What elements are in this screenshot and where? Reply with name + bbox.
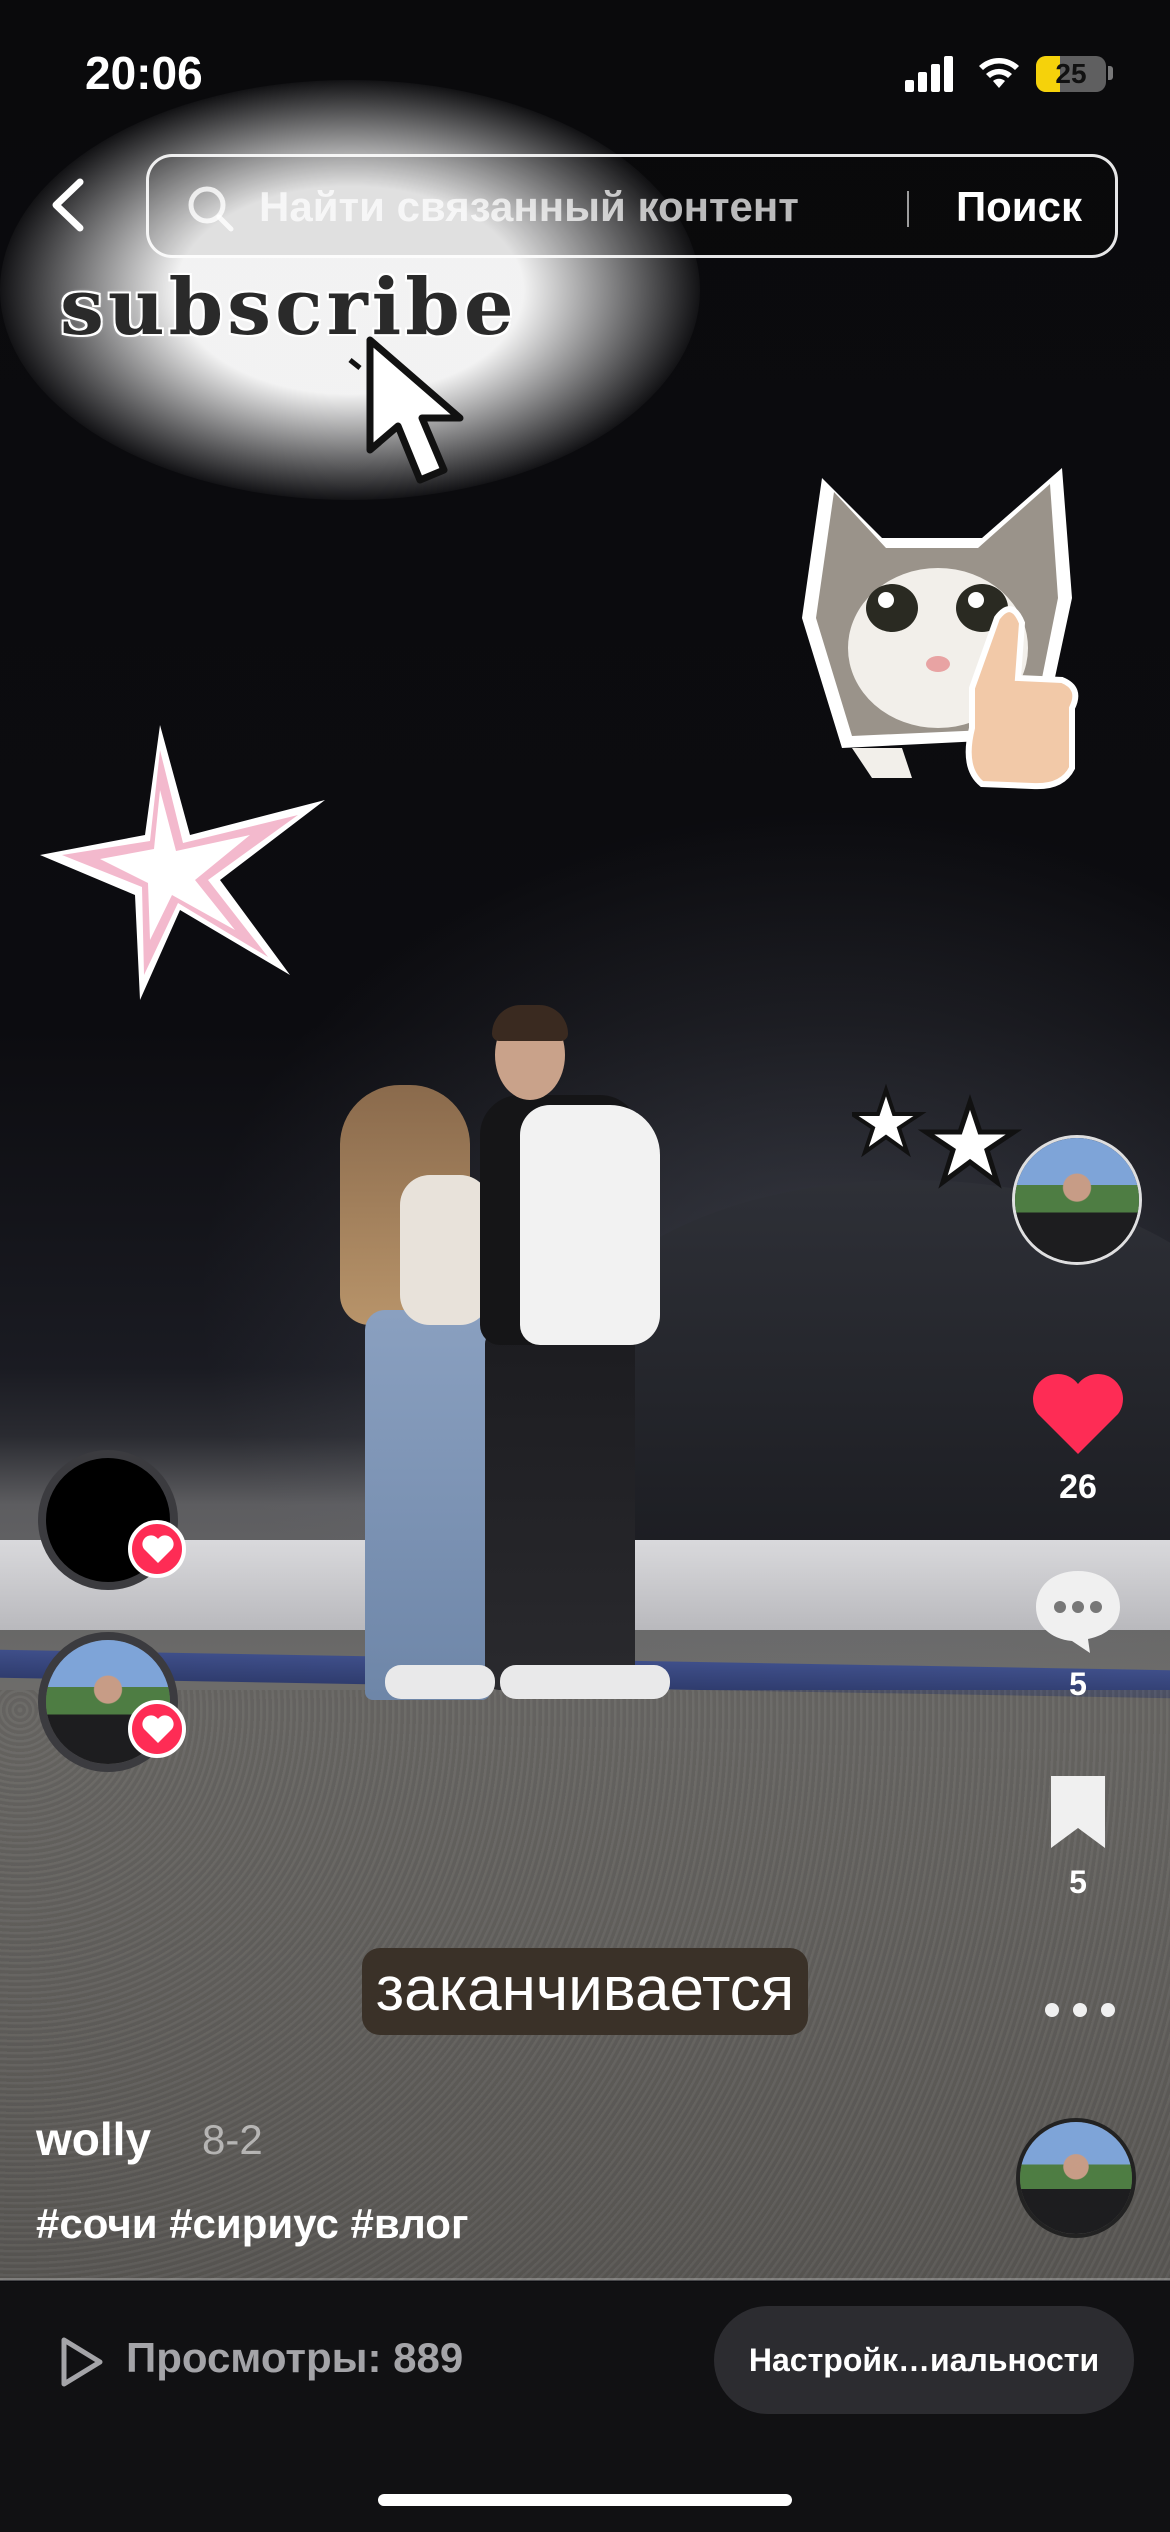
- caption-container: заканчивается: [0, 1948, 1170, 2035]
- heart-icon[interactable]: [1030, 1370, 1126, 1458]
- post-date: 8-2: [202, 2116, 263, 2163]
- heart-badge-icon: [128, 1700, 186, 1758]
- views-count: Просмотры: 889: [126, 2334, 464, 2381]
- video-caption: заканчивается: [361, 1948, 809, 2035]
- stars-sticker: [852, 1083, 1023, 1189]
- couple-figure: [385, 1665, 495, 1699]
- hashtags[interactable]: #сочи #сириус #влог: [36, 2200, 468, 2248]
- search-icon: [188, 186, 234, 232]
- sound-avatar[interactable]: [1016, 2118, 1136, 2238]
- couple-figure: [400, 1175, 490, 1325]
- couple-figure: [520, 1105, 660, 1345]
- battery-icon: 25: [1036, 56, 1106, 92]
- couple-figure: [485, 1330, 635, 1690]
- pink-star-sticker: [40, 725, 325, 1000]
- couple-figure: [492, 1005, 568, 1041]
- couple-figure: [500, 1665, 670, 1699]
- like-count: 26: [1059, 1468, 1097, 1506]
- bookmark-count: 5: [1069, 1864, 1087, 1900]
- author-avatar[interactable]: [1012, 1135, 1142, 1265]
- heart-badge-icon: [128, 1520, 186, 1578]
- battery-level: 25: [1055, 58, 1087, 89]
- privacy-settings-button[interactable]: Настройк…иальности: [714, 2306, 1134, 2414]
- home-indicator: [378, 2494, 792, 2506]
- battery-nub: [1108, 66, 1113, 80]
- cat-thumbs-up-sticker: [802, 468, 1079, 790]
- search-bar[interactable]: Найти связанный контент Поиск: [146, 154, 1118, 258]
- status-time: 20:06: [85, 47, 203, 99]
- couple-figure: [365, 1310, 490, 1700]
- cursor-sticker-icon: [348, 336, 464, 484]
- author-name[interactable]: wolly: [36, 2112, 151, 2166]
- search-input[interactable]: Найти связанный контент: [259, 179, 899, 235]
- search-button[interactable]: Поиск: [939, 179, 1099, 235]
- comment-count: 5: [1069, 1666, 1087, 1702]
- video-progress-bar[interactable]: [0, 2278, 1170, 2281]
- bookmark-icon[interactable]: [1045, 1772, 1111, 1852]
- comment-icon[interactable]: [1032, 1565, 1124, 1655]
- search-divider: [907, 191, 909, 227]
- wifi-icon: [979, 58, 1019, 88]
- back-arrow-icon[interactable]: [40, 170, 100, 240]
- status-bar: 20:06 25: [0, 0, 1170, 140]
- play-icon: [61, 2337, 103, 2387]
